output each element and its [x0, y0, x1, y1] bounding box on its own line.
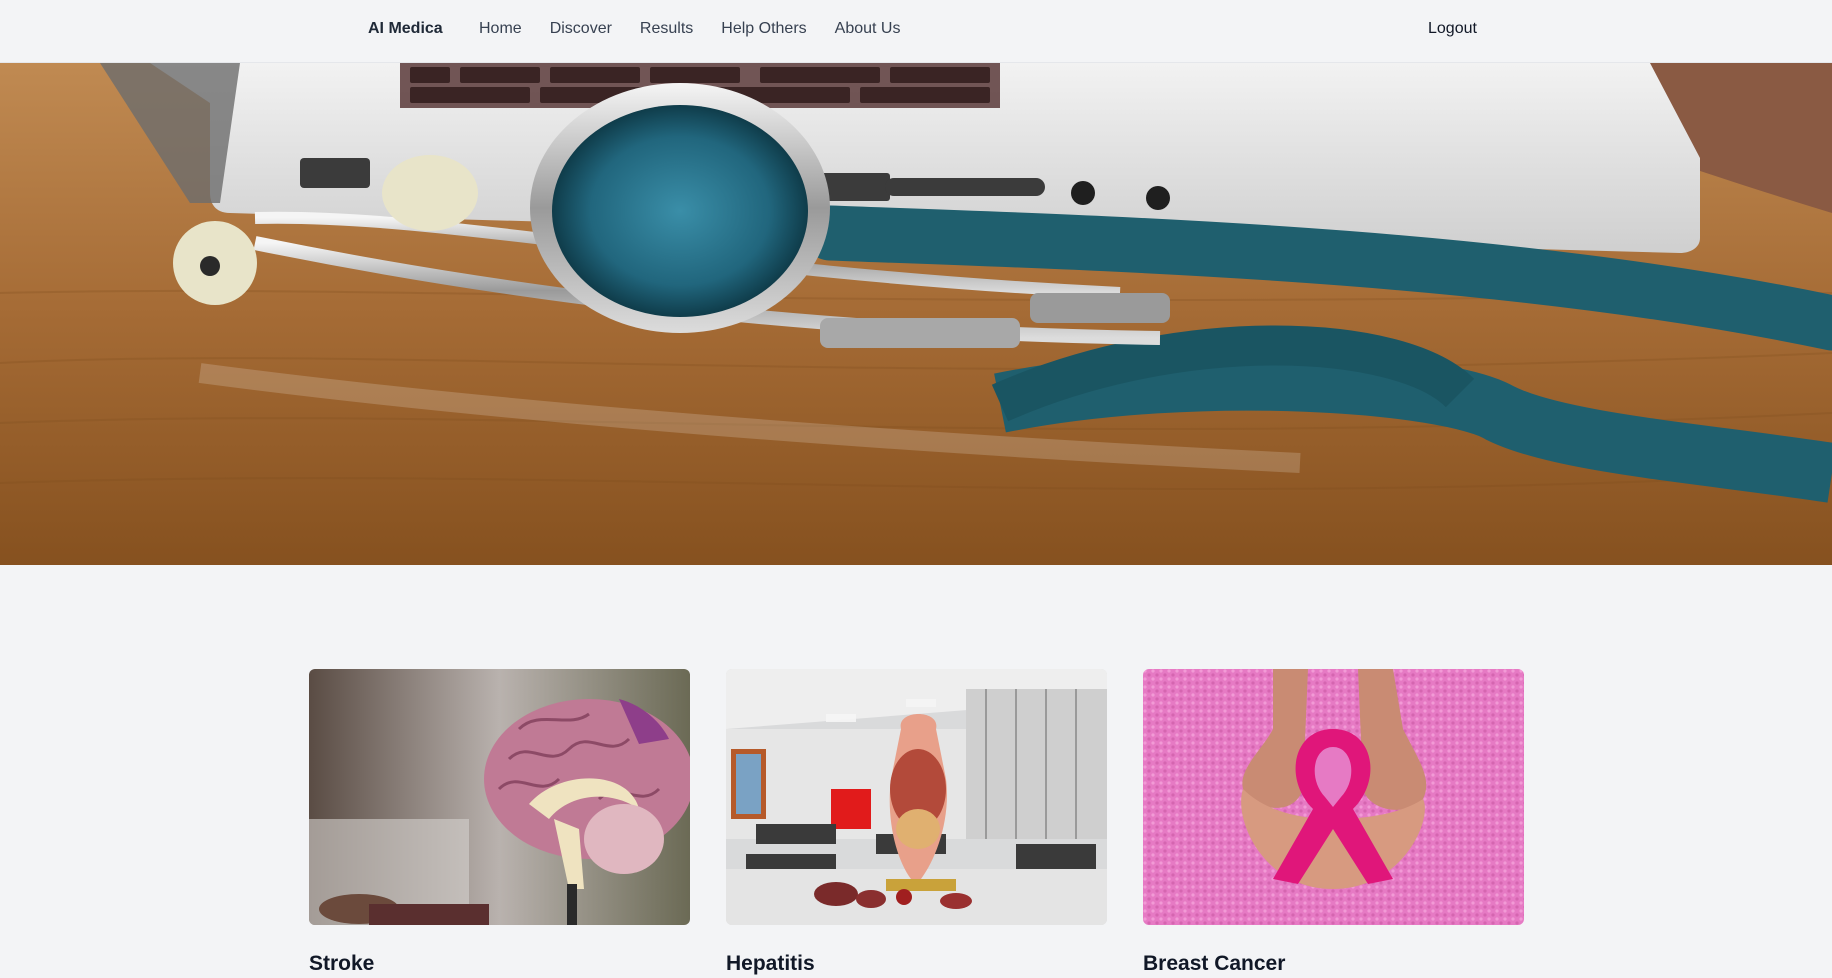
anatomy-model-image — [726, 669, 1107, 925]
disease-cards: Stroke Hepatitis Breast Cancer — [309, 669, 1524, 976]
logout-button[interactable]: Logout — [1428, 20, 1477, 38]
pink-ribbon-image — [1143, 669, 1524, 925]
main-nav: Home Discover Results Help Others About … — [479, 20, 900, 38]
nav-about-us[interactable]: About Us — [835, 20, 901, 38]
top-navbar: AI Medica Home Discover Results Help Oth… — [0, 0, 1832, 63]
card-breast-cancer[interactable]: Breast Cancer — [1143, 669, 1524, 976]
card-stroke[interactable]: Stroke — [309, 669, 690, 976]
nav-help-others[interactable]: Help Others — [721, 20, 806, 38]
nav-home[interactable]: Home — [479, 20, 522, 38]
brain-model-image — [309, 669, 690, 925]
hero-image-stethoscope — [0, 63, 1832, 565]
card-title-hepatitis: Hepatitis — [726, 952, 815, 975]
card-title-stroke: Stroke — [309, 952, 375, 975]
hero-illustration — [0, 63, 1832, 565]
card-title-breast-cancer: Breast Cancer — [1143, 952, 1286, 975]
nav-discover[interactable]: Discover — [550, 20, 612, 38]
nav-results[interactable]: Results — [640, 20, 693, 38]
card-hepatitis[interactable]: Hepatitis — [726, 669, 1107, 976]
brand-logo[interactable]: AI Medica — [368, 20, 443, 38]
